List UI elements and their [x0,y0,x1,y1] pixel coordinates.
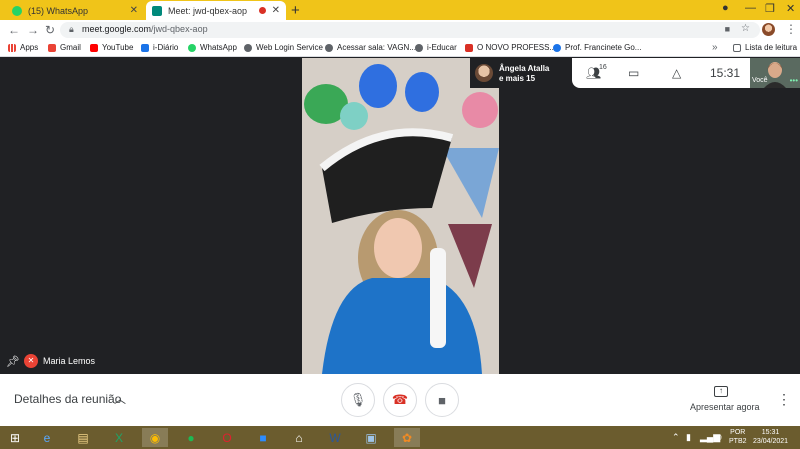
tab-search-icon[interactable]: ● [722,2,729,14]
browser-menu-icon[interactable]: ⋮ [785,22,797,36]
close-tab-icon[interactable]: ✕ [130,5,138,16]
microphone-button[interactable]: 🎙︎ [341,383,375,417]
self-view-tile[interactable]: Você ••• [750,58,800,88]
self-label: Você [752,77,768,84]
url-text[interactable]: meet.google.com/jwd-qbex-aop [82,24,208,34]
bookmark-acessar-sala[interactable]: Acessar sala: VAGN... [325,43,416,52]
opera-icon[interactable]: O [214,428,240,447]
input-language[interactable]: POR PTB2 [729,428,747,446]
apps-grid-icon [8,43,16,52]
more-bookmarks-icon[interactable]: » [712,42,718,53]
bookmark-ieducar[interactable]: i-Educar [415,43,457,52]
leave-call-button[interactable]: ☎︎ [383,383,417,417]
meeting-stage: Ângela Atalla e mais 15 👥︎ 16 ▭ △ 15:31 … [0,58,800,374]
muted-mic-icon: ✕ [24,354,38,368]
file-explorer-icon[interactable]: ▤ [70,428,96,447]
zoom-icon[interactable]: ■ [250,428,276,447]
internet-explorer-icon[interactable]: e [34,428,60,447]
screen: (15) WhatsApp ✕ Meet: jwd-qbex-aop ✕ + ●… [0,0,800,449]
tab-label: (15) WhatsApp [28,5,89,16]
bookmark-apps[interactable]: Apps [8,43,38,52]
globe-icon [325,43,333,52]
forward-icon[interactable]: → [27,23,39,37]
camera-permission-icon[interactable]: ■ [725,24,730,34]
bookmark-youtube[interactable]: YouTube [90,43,133,52]
whatsapp-icon [188,43,196,52]
chrome-icon[interactable]: ◉ [142,428,168,447]
participant-avatar [475,64,493,82]
participant-chip-text: Ângela Atalla e mais 15 [499,64,550,83]
bookmark-novo-professor[interactable]: O NOVO PROFESS... [465,43,556,52]
present-now-button[interactable]: Apresentar agora [690,402,760,412]
activities-icon[interactable]: △ [672,66,681,80]
bookmark-prof-francinete[interactable]: Prof. Francinete Go... [553,43,641,52]
browser-tab-strip: (15) WhatsApp ✕ Meet: jwd-qbex-aop ✕ + ●… [0,0,800,20]
microphone-icon: 🎙︎ [349,392,367,407]
volume-icon[interactable]: 🔊︎ [716,432,722,443]
meeting-clock: 15:31 [710,66,741,80]
reading-list-icon [733,43,741,52]
minimize-button[interactable]: — [745,2,756,14]
participant-video [302,58,499,374]
meeting-details-button[interactable]: Detalhes da reunião [14,392,121,406]
camera-icon: ■ [438,392,446,408]
present-screen-icon[interactable]: ↑ [714,386,728,397]
excel-icon[interactable]: X [106,428,132,447]
address-bar[interactable]: 🔒︎ meet.google.com/jwd-qbex-aop ■ ☆ [60,22,760,38]
chat-icon[interactable]: ▭ [628,66,639,80]
tab-meet[interactable]: Meet: jwd-qbex-aop ✕ [146,1,286,20]
bookmark-favicon-icon [465,43,473,52]
people-count: 16 [599,64,607,71]
bookmark-whatsapp[interactable]: WhatsApp [188,43,237,52]
tab-whatsapp[interactable]: (15) WhatsApp ✕ [6,1,144,20]
idiario-icon [141,43,149,52]
speaker-name: Maria Lemos [43,356,96,366]
bookmarks-bar: Apps Gmail YouTube i-Diário WhatsApp Web… [0,40,800,57]
bookmark-favicon-icon [553,43,561,52]
spotify-icon[interactable]: ● [178,428,204,447]
windows-taskbar: ⊞ e ▤ X ◉ ● O ■ ⌂ W ▣ ✿ ⌃ ▮ ▂▄▆ 🔊︎ POR P… [0,426,800,449]
bookmark-idiario[interactable]: i-Diário [141,43,178,52]
video-frame-image [302,58,499,374]
network-icon[interactable]: ▮ [686,432,691,443]
reading-list[interactable]: Lista de leitura [733,43,797,52]
chevron-up-icon[interactable]: ︿ [114,390,126,407]
windows-start-icon[interactable]: ⊞ [2,428,28,447]
camera-button[interactable]: ■ [425,383,459,417]
hang-up-icon: ☎︎ [391,392,409,407]
bookmark-star-icon[interactable]: ☆ [741,23,750,34]
close-tab-icon[interactable]: ✕ [272,5,280,16]
meeting-controls: Detalhes da reunião ︿ 🎙︎ ☎︎ ■ ↑ Apresent… [0,374,800,426]
close-window-button[interactable]: ✕ [786,2,795,15]
lock-icon[interactable]: 🔒︎ [69,24,74,35]
globe-icon [244,43,252,52]
reload-icon[interactable]: ↻ [45,23,55,37]
new-tab-button[interactable]: + [291,2,300,19]
bookmark-web-login[interactable]: Web Login Service [244,43,323,52]
photos-icon[interactable]: ▣ [358,428,384,447]
globe-icon [415,43,423,52]
tab-label: Meet: jwd-qbex-aop [168,5,248,16]
show-hidden-icons[interactable]: ⌃ [672,432,680,443]
word-icon[interactable]: W [322,428,348,447]
meet-icon [152,5,162,16]
more-options-icon[interactable]: ⋮ [777,391,791,408]
restore-button[interactable]: ❐ [765,2,775,15]
more-options-icon[interactable]: ••• [790,76,798,85]
youtube-icon [90,43,98,52]
bookmark-gmail[interactable]: Gmail [48,43,81,52]
gmail-icon [48,43,56,52]
profile-avatar[interactable] [762,23,775,36]
browser-toolbar: ← → ↻ 🔒︎ meet.google.com/jwd-qbex-aop ■ … [0,20,800,40]
participant-list-chip[interactable]: Ângela Atalla e mais 15 [470,58,572,88]
whatsapp-icon [12,5,22,16]
recording-indicator-icon [258,7,266,14]
pin-icon[interactable]: 📌︎ [6,355,20,368]
back-icon[interactable]: ← [8,23,20,37]
system-clock[interactable]: 15:31 23/04/2021 [753,428,788,446]
home-icon[interactable]: ⌂ [286,428,312,447]
app-icon[interactable]: ✿ [394,428,420,447]
